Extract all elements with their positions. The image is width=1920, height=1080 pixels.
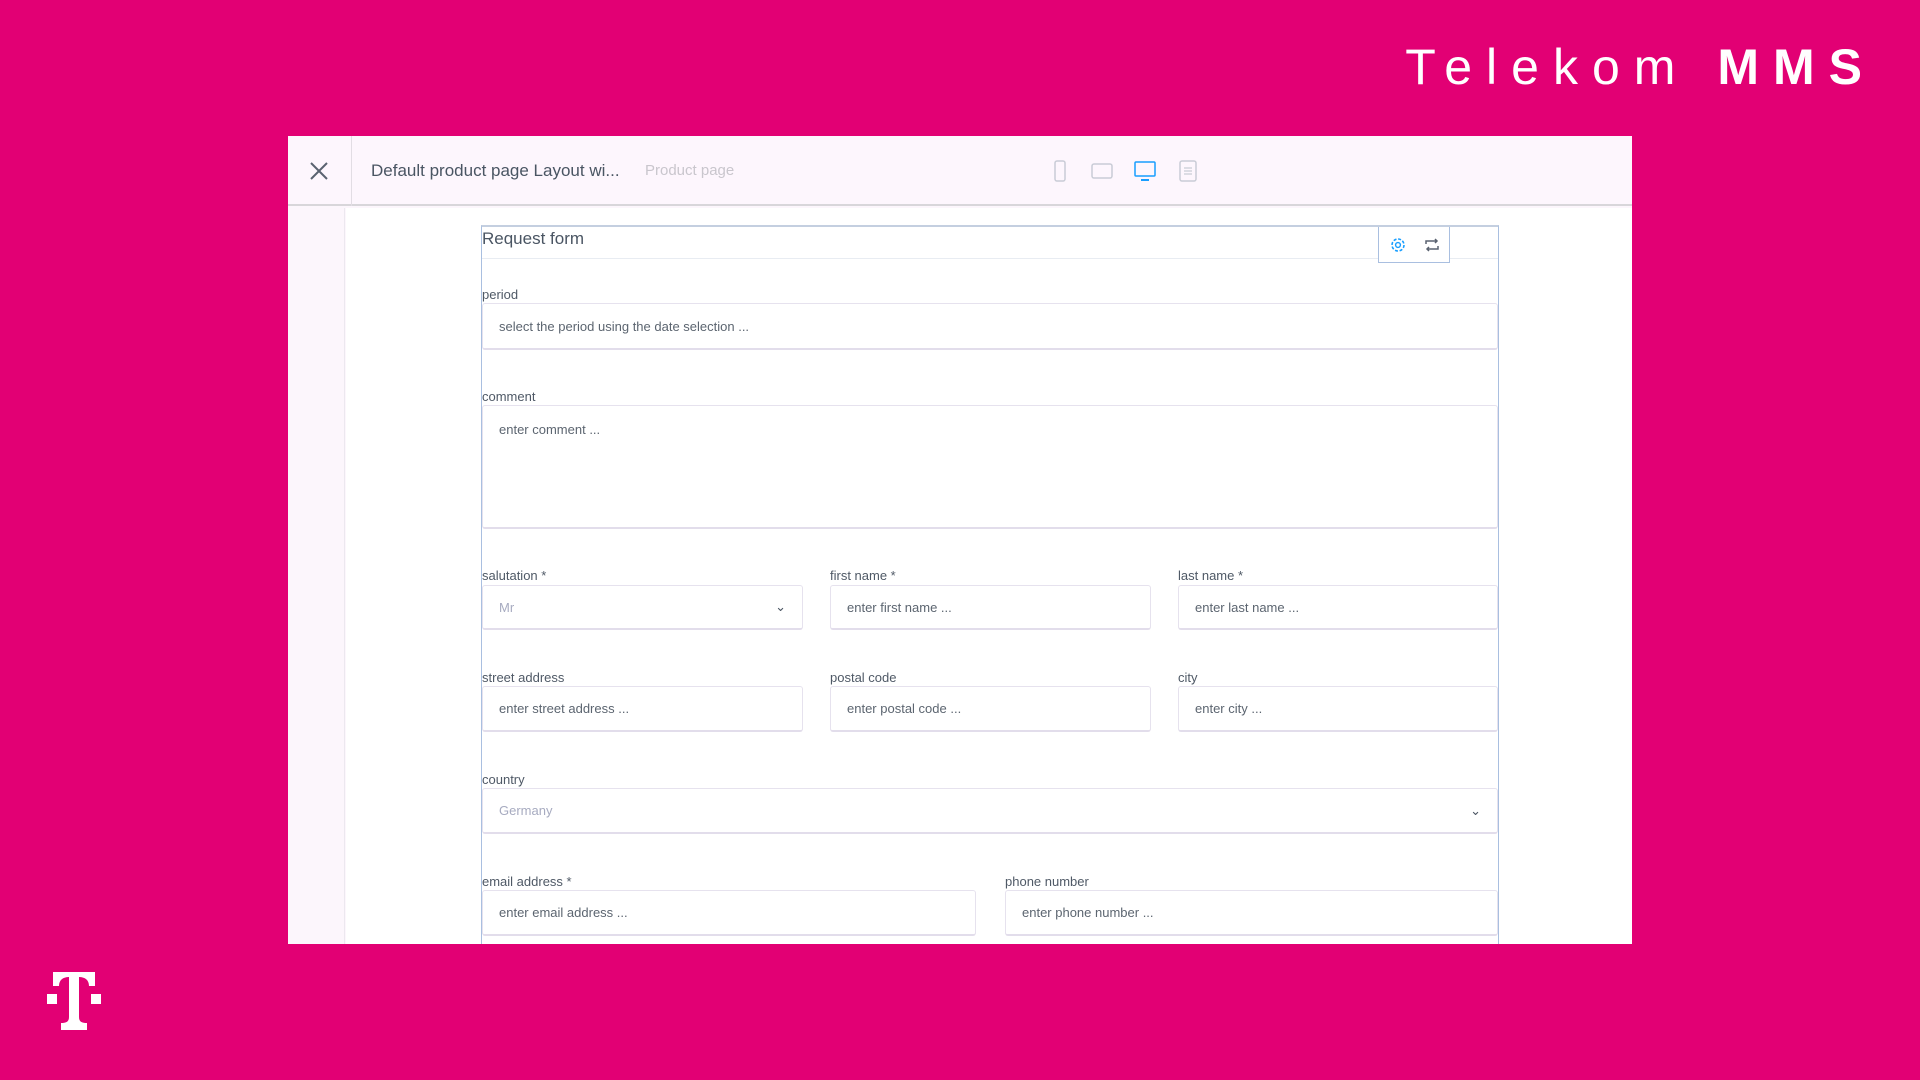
mobile-icon[interactable] [1049, 160, 1071, 182]
page-title: Default product page Layout wi... [371, 161, 620, 180]
last-name-label: last name * [1178, 568, 1244, 583]
email-label: email address * [482, 874, 572, 889]
email-input[interactable]: enter email address ... [482, 890, 976, 936]
chevron-down-icon: ⌄ [1470, 802, 1481, 818]
country-select[interactable]: Germany ⌄ [482, 788, 1498, 834]
block-toolbar [1378, 227, 1450, 263]
city-placeholder: enter city ... [1195, 701, 1263, 716]
comment-label: comment [482, 389, 536, 404]
swap-icon[interactable] [1423, 236, 1441, 254]
brand-bold: MMS [1717, 39, 1876, 95]
form-title: Request form [482, 227, 1498, 259]
street-placeholder: enter street address ... [499, 701, 630, 716]
period-placeholder: select the period using the date selecti… [499, 318, 750, 334]
editor-header: Default product page Layout wi... Produc… [288, 136, 1632, 206]
city-label: city [1178, 670, 1198, 685]
comment-textarea[interactable]: enter comment ... [482, 405, 1498, 529]
first-name-label: first name * [830, 568, 896, 583]
list-icon[interactable] [1177, 160, 1199, 182]
country-value: Germany [499, 803, 553, 818]
postal-code-placeholder: enter postal code ... [847, 701, 962, 716]
street-input[interactable]: enter street address ... [482, 686, 803, 732]
close-icon[interactable] [306, 158, 332, 184]
email-placeholder: enter email address ... [499, 905, 628, 920]
period-input[interactable]: select the period using the date selecti… [482, 303, 1498, 350]
salutation-label: salutation * [482, 568, 547, 583]
comment-placeholder: enter comment ... [499, 422, 601, 437]
salutation-value: Mr [499, 599, 515, 615]
first-name-placeholder: enter first name ... [847, 599, 952, 615]
desktop-icon[interactable] [1134, 160, 1156, 182]
tablet-icon[interactable] [1091, 160, 1113, 182]
first-name-input[interactable]: enter first name ... [830, 585, 1151, 630]
gear-icon[interactable] [1389, 236, 1407, 254]
country-label: country [482, 772, 525, 787]
street-label: street address [482, 670, 565, 685]
brand-light: Telekom [1405, 39, 1690, 95]
telekom-mms-logo: Telekom MMS [1405, 38, 1876, 96]
request-form-block[interactable]: Request form period select the period us… [481, 225, 1499, 944]
phone-label: phone number [1005, 874, 1089, 889]
phone-placeholder: enter phone number ... [1022, 905, 1154, 920]
phone-input[interactable]: enter phone number ... [1005, 890, 1498, 936]
postal-code-label: postal code [830, 670, 897, 685]
preview-canvas: Request form period select the period us… [346, 208, 1632, 944]
last-name-placeholder: enter last name ... [1195, 599, 1300, 615]
divider [351, 136, 352, 206]
page-type: Product page [645, 162, 735, 179]
sidebar-rail [288, 208, 345, 944]
city-input[interactable]: enter city ... [1178, 686, 1498, 732]
salutation-select[interactable]: Mr ⌄ [482, 585, 803, 630]
telekom-t-logo [47, 972, 101, 1030]
postal-code-input[interactable]: enter postal code ... [830, 686, 1151, 732]
last-name-input[interactable]: enter last name ... [1178, 585, 1498, 630]
period-label: period [482, 287, 519, 302]
editor-window: Default product page Layout wi... Produc… [288, 136, 1632, 944]
chevron-down-icon: ⌄ [775, 599, 786, 614]
